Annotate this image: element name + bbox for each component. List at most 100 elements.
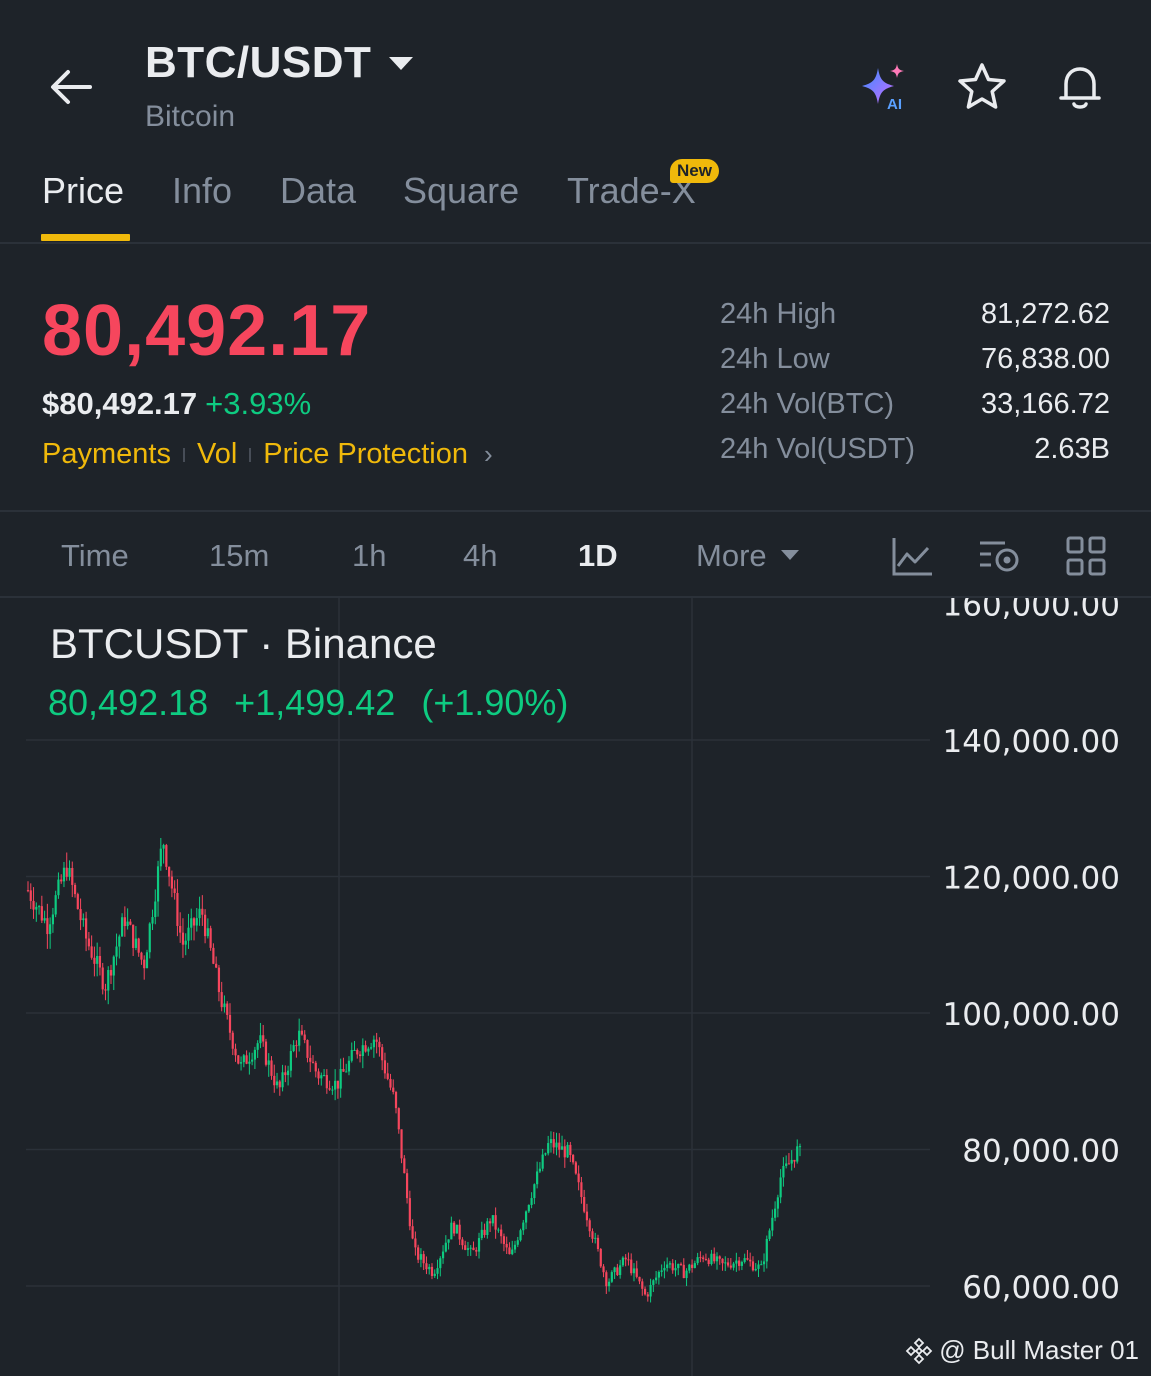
candle-body <box>35 906 38 910</box>
candle-body <box>126 921 129 927</box>
tab-info[interactable]: Info <box>172 170 232 212</box>
tab-data[interactable]: Data <box>280 170 356 212</box>
chevron-right-icon[interactable]: › <box>484 439 493 470</box>
candle-body <box>505 1243 508 1248</box>
candle-body <box>472 1247 475 1251</box>
candle-body <box>790 1159 793 1164</box>
candle-body <box>455 1224 458 1234</box>
candle-body <box>79 908 82 921</box>
candle-body <box>57 879 60 896</box>
grid-layout-icon[interactable] <box>1064 534 1108 578</box>
tab-price[interactable]: Price <box>42 170 124 212</box>
candle-body <box>275 1081 279 1086</box>
payments-link[interactable]: Payments <box>42 438 171 471</box>
interval-more[interactable]: More <box>696 538 799 574</box>
candle-body <box>643 1288 647 1295</box>
candle-body <box>118 936 121 947</box>
candle-body <box>433 1273 436 1276</box>
candle-body <box>273 1075 276 1086</box>
candle-body <box>760 1264 763 1266</box>
chart-legend-values: 80,492.18 +1,499.42 (+1.90%) <box>48 682 568 724</box>
candle-body <box>132 924 135 948</box>
y-axis-tick-label: 140,000.00 <box>943 724 1121 760</box>
candle-body <box>511 1249 514 1255</box>
candle-body <box>303 1034 306 1041</box>
interval-1d[interactable]: 1D <box>578 538 618 574</box>
candle-body <box>602 1266 605 1273</box>
candle-body <box>516 1240 519 1245</box>
candle-body <box>148 923 151 953</box>
candle-body <box>325 1075 328 1089</box>
candle-body <box>439 1258 442 1269</box>
candle-body <box>411 1226 414 1239</box>
stat-24h-vol-btc: 24h Vol(BTC) 33,166.72 <box>720 388 1110 420</box>
candle-body <box>679 1263 683 1265</box>
chart-settings-icon[interactable] <box>977 534 1021 578</box>
interval-4h[interactable]: 4h <box>463 538 497 574</box>
vol-link[interactable]: Vol <box>197 438 237 471</box>
indicator-chart-icon[interactable] <box>890 534 934 578</box>
candle-body <box>173 888 176 894</box>
price-protection-link[interactable]: Price Protection <box>263 438 468 471</box>
candle-body <box>549 1139 553 1144</box>
candle-body <box>29 890 32 901</box>
caret-down-icon <box>389 56 414 70</box>
candle-body <box>655 1277 658 1281</box>
interval-time[interactable]: Time <box>61 538 129 574</box>
candle-body <box>389 1078 392 1088</box>
pair-selector[interactable]: BTC/USDT Bitcoin <box>145 38 414 134</box>
candle-body <box>436 1268 439 1274</box>
candle-body <box>51 914 55 925</box>
candle-body <box>580 1182 583 1198</box>
stats-panel: 24h High 81,272.62 24h Low 76,838.00 24h V… <box>720 298 1110 478</box>
candle-body <box>668 1263 672 1265</box>
candle-body <box>627 1259 630 1261</box>
candle-body <box>165 845 168 867</box>
candle-body <box>785 1163 788 1166</box>
candle-body <box>367 1048 370 1052</box>
candle-body <box>264 1041 268 1065</box>
candle-body <box>502 1236 506 1244</box>
ai-sparkle-icon[interactable]: AI <box>856 60 910 114</box>
candle-body <box>732 1263 735 1268</box>
candle-body <box>787 1163 791 1165</box>
y-axis-tick-label: 80,000.00 <box>962 1134 1120 1170</box>
candle-body <box>480 1229 483 1239</box>
candle-body <box>666 1264 669 1268</box>
candle-body <box>248 1061 251 1064</box>
candlestick-chart[interactable]: 160,000.00 140,000.00 120,000.00 100,000.00… <box>0 598 1151 1376</box>
candle-body <box>469 1247 472 1249</box>
candle-body <box>253 1049 256 1060</box>
back-arrow-icon[interactable] <box>44 62 96 110</box>
candle-body <box>677 1263 680 1269</box>
candle-body <box>267 1060 270 1065</box>
candle-body <box>93 957 96 964</box>
candle-body <box>101 967 104 990</box>
coin-name: Bitcoin <box>145 100 236 133</box>
candle-body <box>513 1244 517 1250</box>
candle-body <box>425 1263 428 1270</box>
candle-body <box>217 967 221 993</box>
star-icon[interactable] <box>955 60 1009 114</box>
candle-body <box>444 1242 447 1252</box>
candle-body <box>107 970 110 991</box>
candle-body <box>195 918 198 926</box>
interval-bar: Time 15m 1h 4h 1D More <box>0 520 1151 598</box>
interval-1h[interactable]: 1h <box>352 538 386 574</box>
candle-body <box>181 932 185 945</box>
candle-body <box>60 879 63 882</box>
tab-square[interactable]: Square <box>403 170 519 212</box>
candle-body <box>497 1229 500 1231</box>
candle-body <box>491 1215 494 1224</box>
candle-body <box>572 1155 575 1163</box>
candle-body <box>690 1264 694 1268</box>
candle-body <box>168 866 171 877</box>
candle-body <box>187 927 190 941</box>
interval-15m[interactable]: 15m <box>209 538 269 574</box>
bell-icon[interactable] <box>1053 60 1107 114</box>
candle-body <box>685 1270 688 1279</box>
pair-title[interactable]: BTC/USDT <box>145 38 414 88</box>
candle-body <box>65 867 68 877</box>
candle-body <box>607 1281 611 1287</box>
candle-body <box>309 1057 312 1062</box>
